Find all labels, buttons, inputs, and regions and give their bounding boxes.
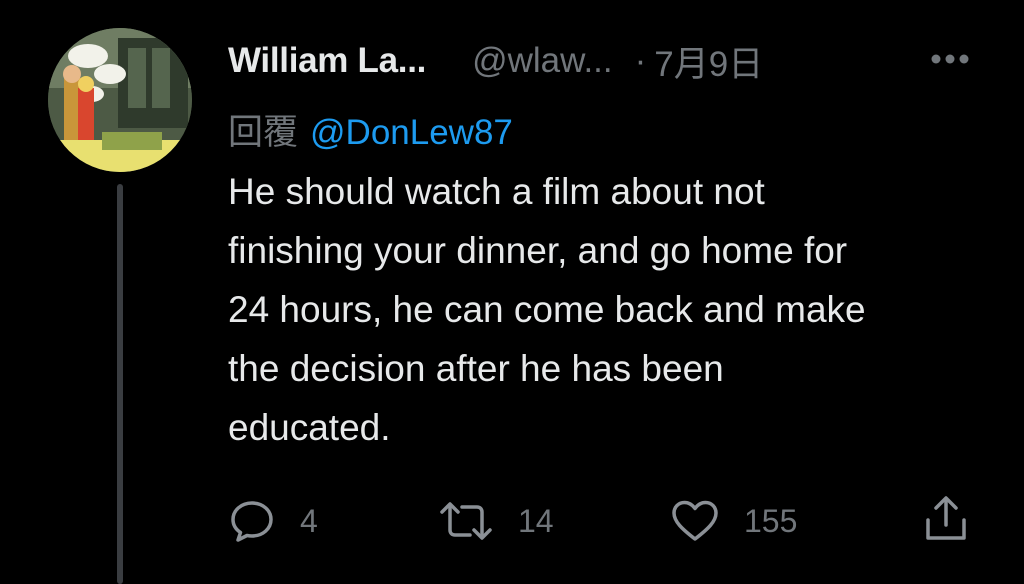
author-display-name[interactable]: William La... — [228, 41, 426, 81]
avatar[interactable] — [48, 28, 192, 172]
tweet-text-line: 24 hours, he can come back and make — [228, 289, 866, 330]
reply-button[interactable]: 4 — [228, 498, 318, 544]
replying-to-mention[interactable]: @DonLew87 — [310, 113, 513, 152]
retweet-icon — [440, 502, 492, 540]
reply-bubble-icon — [231, 501, 273, 542]
retweet-count: 14 — [518, 502, 554, 539]
tweet-text-line: the decision after he has been — [228, 348, 724, 389]
more-options-button[interactable] — [928, 44, 972, 74]
tweet-text-line: He should watch a film about not — [228, 171, 765, 212]
tweet-header: William La... @wlaw... · 7月9日 — [228, 36, 988, 86]
header-separator: · — [634, 41, 647, 80]
share-button[interactable] — [922, 494, 970, 544]
author-handle[interactable]: @wlaw... — [472, 41, 613, 81]
share-upload-icon — [926, 496, 966, 540]
like-count: 155 — [744, 502, 798, 539]
replying-to-label: 回覆 — [228, 113, 299, 152]
reply-count: 4 — [300, 502, 318, 539]
more-horizontal-icon — [931, 54, 969, 64]
tweet-action-bar: 4 14 155 — [0, 490, 1024, 550]
replying-to: 回覆 @DonLew87 — [228, 104, 513, 155]
retweet-button[interactable]: 14 — [438, 500, 554, 542]
tweet[interactable]: William La... @wlaw... · 7月9日 回覆 @DonLew8… — [0, 0, 1024, 584]
avatar-image — [48, 28, 192, 172]
heart-icon — [672, 500, 718, 541]
tweet-text-line: finishing your dinner, and go home for — [228, 230, 848, 271]
tweet-text: He should watch a film about not finishi… — [228, 162, 998, 457]
tweet-date[interactable]: 7月9日 — [654, 36, 763, 87]
like-button[interactable]: 155 — [670, 498, 797, 544]
tweet-text-line: educated. — [228, 407, 391, 448]
